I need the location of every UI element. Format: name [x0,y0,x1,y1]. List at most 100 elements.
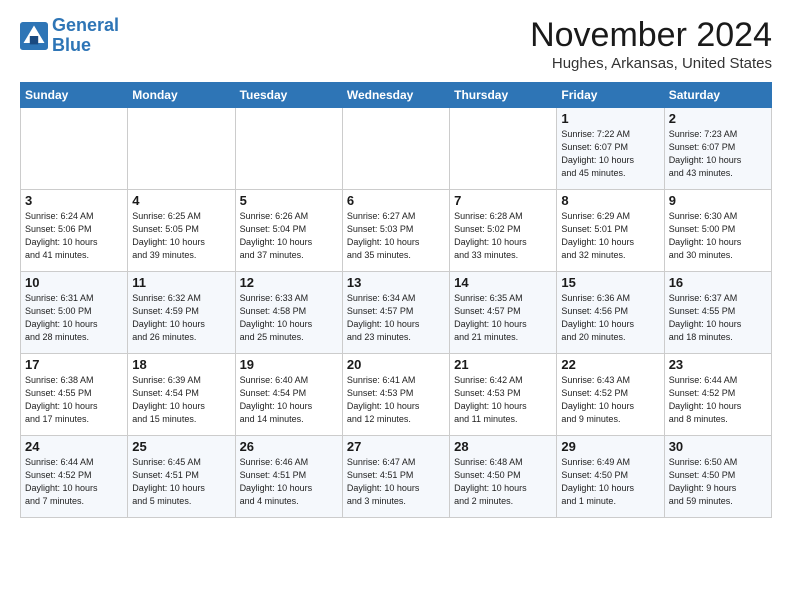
day-info-4-2: Sunrise: 6:46 AM Sunset: 4:51 PM Dayligh… [240,456,338,508]
day-num-2-2: 12 [240,275,338,290]
cell-2-4: 14 Sunrise: 6:35 AM Sunset: 4:57 PM Dayli… [450,272,557,354]
col-monday: Monday [128,83,235,108]
month-title: November 2024 [530,16,772,55]
cell-3-6: 23Sunrise: 6:44 AM Sunset: 4:52 PM Dayli… [664,354,771,436]
week-row-4: 24Sunrise: 6:44 AM Sunset: 4:52 PM Dayli… [21,436,772,518]
day-info-3-3: Sunrise: 6:41 AM Sunset: 4:53 PM Dayligh… [347,374,445,426]
day-num-1-4: 7 [454,193,552,208]
day-num-3-2: 19 [240,357,338,372]
day-info-4-1: Sunrise: 6:45 AM Sunset: 4:51 PM Dayligh… [132,456,230,508]
col-sunday: Sunday [21,83,128,108]
cell-4-6: 30 Sunrise: 6:50 AM Sunset: 4:50 PM Dayli… [664,436,771,518]
cell-2-2: 12 Sunrise: 6:33 AM Sunset: 4:58 PM Dayli… [235,272,342,354]
cell-4-2: 26 Sunrise: 6:46 AM Sunset: 4:51 PM Dayli… [235,436,342,518]
day-num-1-2: 5 [240,193,338,208]
day-info-0-6: Sunrise: 7:23 AM Sunset: 6:07 PM Dayligh… [669,128,767,180]
cell-1-3: 6 Sunrise: 6:27 AM Sunset: 5:03 PM Daylig… [342,190,449,272]
day-info-1-4: Sunrise: 6:28 AM Sunset: 5:02 PM Dayligh… [454,210,552,262]
logo-icon [20,22,48,50]
cell-1-6: 9 Sunrise: 6:30 AM Sunset: 5:00 PM Daylig… [664,190,771,272]
day-num-1-3: 6 [347,193,445,208]
day-num-4-3: 27 [347,439,445,454]
logo-line1: General [52,15,119,35]
day-num-2-0: 10 [25,275,123,290]
cell-0-4 [450,108,557,190]
day-num-1-1: 4 [132,193,230,208]
cell-1-1: 4 Sunrise: 6:25 AM Sunset: 5:05 PM Daylig… [128,190,235,272]
logo: General Blue [20,16,119,56]
col-wednesday: Wednesday [342,83,449,108]
day-info-1-6: Sunrise: 6:30 AM Sunset: 5:00 PM Dayligh… [669,210,767,262]
day-num-1-0: 3 [25,193,123,208]
location: Hughes, Arkansas, United States [530,55,772,72]
day-num-2-1: 11 [132,275,230,290]
day-num-3-4: 21 [454,357,552,372]
day-info-1-2: Sunrise: 6:26 AM Sunset: 5:04 PM Dayligh… [240,210,338,262]
logo-text: General Blue [52,16,119,56]
cell-3-0: 17 Sunrise: 6:38 AM Sunset: 4:55 PM Dayli… [21,354,128,436]
day-info-2-0: Sunrise: 6:31 AM Sunset: 5:00 PM Dayligh… [25,292,123,344]
page: General Blue November 2024 Hughes, Arkan… [0,0,792,528]
cell-2-3: 13Sunrise: 6:34 AM Sunset: 4:57 PM Dayli… [342,272,449,354]
day-info-2-2: Sunrise: 6:33 AM Sunset: 4:58 PM Dayligh… [240,292,338,344]
day-num-1-6: 9 [669,193,767,208]
day-num-2-6: 16 [669,275,767,290]
cell-0-5: 1 Sunrise: 7:22 AM Sunset: 6:07 PM Daylig… [557,108,664,190]
cell-0-0 [21,108,128,190]
week-row-3: 17 Sunrise: 6:38 AM Sunset: 4:55 PM Dayli… [21,354,772,436]
cell-4-4: 28Sunrise: 6:48 AM Sunset: 4:50 PM Dayli… [450,436,557,518]
day-info-0-5: Sunrise: 7:22 AM Sunset: 6:07 PM Dayligh… [561,128,659,180]
cell-0-2 [235,108,342,190]
day-info-4-4: Sunrise: 6:48 AM Sunset: 4:50 PM Dayligh… [454,456,552,508]
day-num-2-5: 15 [561,275,659,290]
day-num-3-0: 17 [25,357,123,372]
cell-4-3: 27Sunrise: 6:47 AM Sunset: 4:51 PM Dayli… [342,436,449,518]
calendar-table: Sunday Monday Tuesday Wednesday Thursday… [20,82,772,518]
day-num-2-3: 13 [347,275,445,290]
day-num-4-2: 26 [240,439,338,454]
cell-1-4: 7 Sunrise: 6:28 AM Sunset: 5:02 PM Daylig… [450,190,557,272]
cell-2-6: 16 Sunrise: 6:37 AM Sunset: 4:55 PM Dayli… [664,272,771,354]
cell-3-4: 21 Sunrise: 6:42 AM Sunset: 4:53 PM Dayli… [450,354,557,436]
day-info-2-6: Sunrise: 6:37 AM Sunset: 4:55 PM Dayligh… [669,292,767,344]
day-num-0-6: 2 [669,111,767,126]
day-info-4-6: Sunrise: 6:50 AM Sunset: 4:50 PM Dayligh… [669,456,767,508]
cell-2-1: 11 Sunrise: 6:32 AM Sunset: 4:59 PM Dayli… [128,272,235,354]
cell-4-1: 25Sunrise: 6:45 AM Sunset: 4:51 PM Dayli… [128,436,235,518]
day-info-3-1: Sunrise: 6:39 AM Sunset: 4:54 PM Dayligh… [132,374,230,426]
cell-1-0: 3 Sunrise: 6:24 AM Sunset: 5:06 PM Daylig… [21,190,128,272]
col-saturday: Saturday [664,83,771,108]
day-num-2-4: 14 [454,275,552,290]
day-num-1-5: 8 [561,193,659,208]
day-info-3-2: Sunrise: 6:40 AM Sunset: 4:54 PM Dayligh… [240,374,338,426]
header-row: Sunday Monday Tuesday Wednesday Thursday… [21,83,772,108]
col-tuesday: Tuesday [235,83,342,108]
day-info-1-0: Sunrise: 6:24 AM Sunset: 5:06 PM Dayligh… [25,210,123,262]
cell-4-0: 24Sunrise: 6:44 AM Sunset: 4:52 PM Dayli… [21,436,128,518]
week-row-1: 3 Sunrise: 6:24 AM Sunset: 5:06 PM Daylig… [21,190,772,272]
day-num-0-5: 1 [561,111,659,126]
day-info-2-4: Sunrise: 6:35 AM Sunset: 4:57 PM Dayligh… [454,292,552,344]
cell-0-1 [128,108,235,190]
col-friday: Friday [557,83,664,108]
cell-4-5: 29Sunrise: 6:49 AM Sunset: 4:50 PM Dayli… [557,436,664,518]
day-info-1-3: Sunrise: 6:27 AM Sunset: 5:03 PM Dayligh… [347,210,445,262]
day-info-2-5: Sunrise: 6:36 AM Sunset: 4:56 PM Dayligh… [561,292,659,344]
cell-0-6: 2 Sunrise: 7:23 AM Sunset: 6:07 PM Daylig… [664,108,771,190]
week-row-2: 10 Sunrise: 6:31 AM Sunset: 5:00 PM Dayli… [21,272,772,354]
cell-3-5: 22Sunrise: 6:43 AM Sunset: 4:52 PM Dayli… [557,354,664,436]
cell-1-5: 8Sunrise: 6:29 AM Sunset: 5:01 PM Daylig… [557,190,664,272]
day-info-4-5: Sunrise: 6:49 AM Sunset: 4:50 PM Dayligh… [561,456,659,508]
day-info-1-1: Sunrise: 6:25 AM Sunset: 5:05 PM Dayligh… [132,210,230,262]
logo-line2: Blue [52,35,91,55]
day-num-3-1: 18 [132,357,230,372]
day-num-4-0: 24 [25,439,123,454]
cell-0-3 [342,108,449,190]
day-info-3-6: Sunrise: 6:44 AM Sunset: 4:52 PM Dayligh… [669,374,767,426]
day-info-2-1: Sunrise: 6:32 AM Sunset: 4:59 PM Dayligh… [132,292,230,344]
day-num-4-6: 30 [669,439,767,454]
day-num-3-3: 20 [347,357,445,372]
day-num-3-5: 22 [561,357,659,372]
day-info-3-0: Sunrise: 6:38 AM Sunset: 4:55 PM Dayligh… [25,374,123,426]
day-info-3-4: Sunrise: 6:42 AM Sunset: 4:53 PM Dayligh… [454,374,552,426]
